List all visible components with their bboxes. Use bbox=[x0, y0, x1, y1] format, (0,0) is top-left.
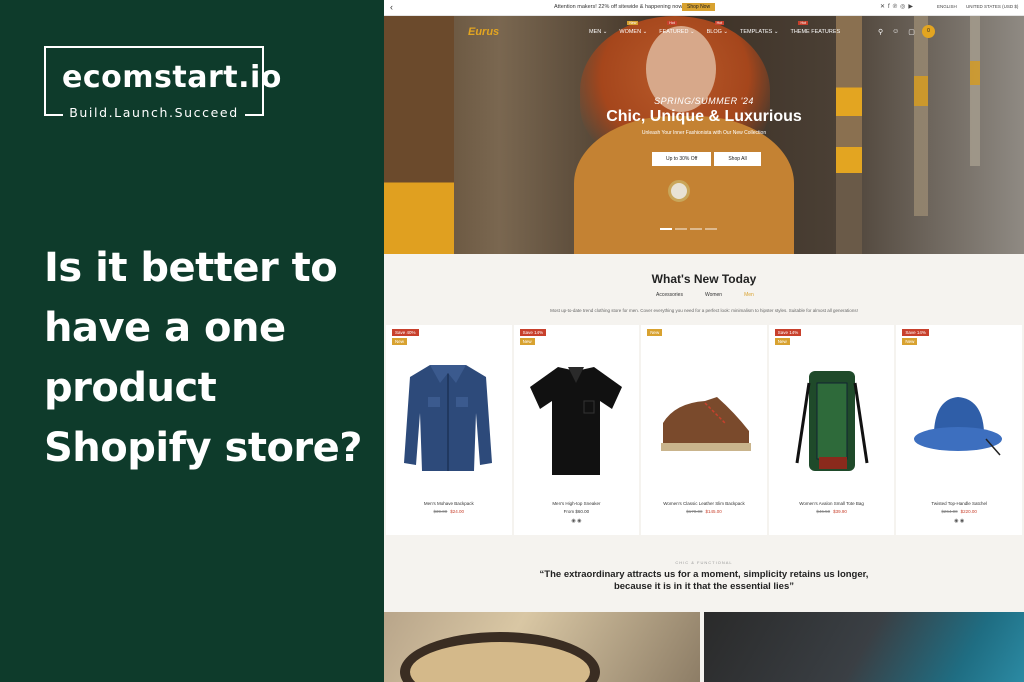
lifestyle-image-hat[interactable] bbox=[384, 612, 700, 682]
logo-title: ecomstart.io bbox=[62, 60, 282, 95]
product-name[interactable]: Women's Avalon Small Tote Bag bbox=[769, 501, 895, 506]
hero-title: Chic, Unique & Luxurious bbox=[606, 108, 802, 125]
announcement-message: Attention makers! 22% off sitewide & hap… bbox=[554, 4, 684, 10]
logo-tagline-wrap: Build.Launch.Succeed bbox=[46, 104, 262, 122]
social-icons[interactable]: ✕f℗◎▶ bbox=[880, 3, 916, 10]
nav-item-featured[interactable]: Hot FEATURED ⌄ bbox=[659, 21, 695, 35]
product-name[interactable]: Men's Mohave Backpack bbox=[386, 501, 512, 506]
hero-kicker: SPRING/SUMMER '24 bbox=[654, 96, 754, 106]
x-icon[interactable]: ✕ bbox=[880, 4, 888, 10]
new-badge: New bbox=[392, 338, 408, 345]
store-logo[interactable]: Eurus bbox=[468, 26, 499, 38]
cart-icon[interactable]: 0 bbox=[922, 25, 935, 38]
product-price: From $60.00 bbox=[563, 509, 590, 514]
tab-women[interactable]: Women bbox=[705, 292, 722, 298]
new-badge: New bbox=[647, 329, 663, 336]
denim-jacket-image[interactable] bbox=[400, 353, 496, 483]
nav-menu: MEN ⌄ New WOMEN ⌄ Hot FEATURED ⌄ Hot BLOG ⌄… bbox=[589, 21, 840, 35]
announcement-shop-now-button[interactable]: Shop Now bbox=[682, 3, 716, 11]
section-description: Most up-to-date trend clothing store for… bbox=[550, 308, 858, 313]
user-icon[interactable]: ☺ bbox=[892, 28, 899, 36]
tab-accessories[interactable]: Accessories bbox=[656, 292, 683, 298]
category-tabs: Accessories Women Men bbox=[656, 292, 754, 298]
announcement-bar: ‹ Attention makers! 22% off sitewide & h… bbox=[384, 0, 1024, 16]
bucket-hat-image[interactable] bbox=[910, 353, 1006, 483]
store-screenshot: ‹ Attention makers! 22% off sitewide & h… bbox=[384, 0, 1024, 682]
slider-dot[interactable] bbox=[660, 228, 672, 230]
pinterest-icon[interactable]: ℗ bbox=[893, 4, 900, 10]
product-price: $264.00 $220.00 bbox=[941, 509, 977, 514]
lifestyle-image-bag[interactable] bbox=[704, 612, 1024, 682]
straw-hat-shape bbox=[400, 632, 600, 682]
slider-dot[interactable] bbox=[705, 228, 717, 230]
new-badge: New bbox=[774, 338, 790, 345]
section-title: What's New Today bbox=[651, 272, 757, 286]
nav-item-women[interactable]: New WOMEN ⌄ bbox=[619, 21, 647, 35]
hero-subtitle: Unleash Your Inner Fashionista with Our … bbox=[641, 130, 767, 136]
logo-tagline: Build.Launch.Succeed bbox=[63, 105, 245, 120]
youtube-icon[interactable]: ▶ bbox=[908, 4, 916, 10]
sale-badge: Save 14% bbox=[902, 329, 929, 336]
language-select[interactable]: ENGLISH bbox=[937, 4, 957, 9]
product-price: $46.50 $39.90 bbox=[816, 509, 847, 514]
leather-boot-image[interactable] bbox=[655, 353, 752, 483]
currency-select[interactable]: UNITED STATES (USD $) bbox=[966, 4, 1018, 9]
product-card[interactable]: Save 14% New Twisted Top-Handle Satchel … bbox=[896, 325, 1022, 535]
search-icon[interactable]: ⚲ bbox=[878, 28, 883, 36]
hot-badge: Hot bbox=[714, 21, 725, 25]
sale-badge: Save 14% bbox=[519, 329, 547, 336]
promo-panel: ecomstart.io Build.Launch.Succeed Is it … bbox=[0, 0, 384, 682]
ecomstart-logo: ecomstart.io Build.Launch.Succeed bbox=[44, 46, 281, 120]
discount-button[interactable]: Up to 30% Off bbox=[652, 152, 712, 166]
product-name[interactable]: Twisted Top-Handle Satchel bbox=[896, 501, 1022, 506]
product-name[interactable]: Men's High-top Sneaker bbox=[514, 501, 640, 506]
product-grid: Save 40% New Men's Mohave Backpack $39.0… bbox=[386, 325, 1022, 535]
hero-buttons: Up to 30% Off Shop All bbox=[652, 152, 761, 166]
sale-badge: Save 14% bbox=[774, 329, 802, 336]
product-card[interactable]: Save 14% New Women's Avalon Small Tote B… bbox=[768, 325, 895, 535]
header-icons: ⚲ ☺ ▢ bbox=[878, 28, 915, 36]
nav-item-templates[interactable]: TEMPLATES ⌄ bbox=[740, 29, 778, 35]
shop-all-button[interactable]: Shop All bbox=[714, 152, 761, 166]
new-badge: New bbox=[902, 338, 918, 345]
product-price: $39.00 $24.00 bbox=[433, 509, 465, 514]
chevron-left-icon[interactable]: ‹ bbox=[390, 2, 393, 12]
product-name[interactable]: Women's Classic Leather Slim Backpack bbox=[641, 501, 767, 506]
polo-shirt-image[interactable] bbox=[528, 353, 624, 483]
color-swatches[interactable]: ◉ ◉ bbox=[896, 518, 1022, 524]
nav-item-blog[interactable]: Hot BLOG ⌄ bbox=[707, 21, 728, 35]
hot-badge: Hot bbox=[798, 21, 808, 25]
slider-dot[interactable] bbox=[675, 228, 687, 230]
main-nav: Eurus MEN ⌄ New WOMEN ⌄ Hot FEATURED ⌄ Hot… bbox=[384, 21, 1024, 42]
quote-kicker: CHIC & FUNCTIONAL bbox=[675, 560, 733, 565]
new-badge: New bbox=[627, 21, 639, 25]
nav-item-theme-features[interactable]: Hot THEME FEATURES bbox=[790, 21, 840, 35]
backpack-image[interactable] bbox=[783, 353, 879, 483]
promo-headline: Is it better to have a one product Shopi… bbox=[44, 245, 362, 471]
slider-dots bbox=[660, 228, 717, 230]
new-badge: New bbox=[519, 338, 535, 345]
watch-icon bbox=[668, 180, 690, 202]
sale-badge: Save 40% bbox=[392, 329, 419, 336]
wishlist-icon[interactable]: ▢ bbox=[908, 28, 915, 36]
product-card[interactable]: Save 40% New Men's Mohave Backpack $39.0… bbox=[386, 325, 512, 535]
nav-item-men[interactable]: MEN ⌄ bbox=[589, 29, 607, 35]
product-price: $170.00 $145.00 bbox=[686, 509, 722, 514]
product-card[interactable]: New Women's Classic Leather Slim Backpac… bbox=[641, 325, 767, 535]
product-card[interactable]: Save 14% New Men's High-top Sneaker From… bbox=[513, 325, 640, 535]
slider-dot[interactable] bbox=[690, 228, 702, 230]
hot-badge: Hot bbox=[667, 21, 677, 25]
quote-text: “The extraordinary attracts us for a mom… bbox=[539, 569, 869, 592]
color-swatches[interactable]: ◉ ◉ bbox=[514, 518, 640, 524]
tab-men[interactable]: Men bbox=[744, 292, 754, 298]
